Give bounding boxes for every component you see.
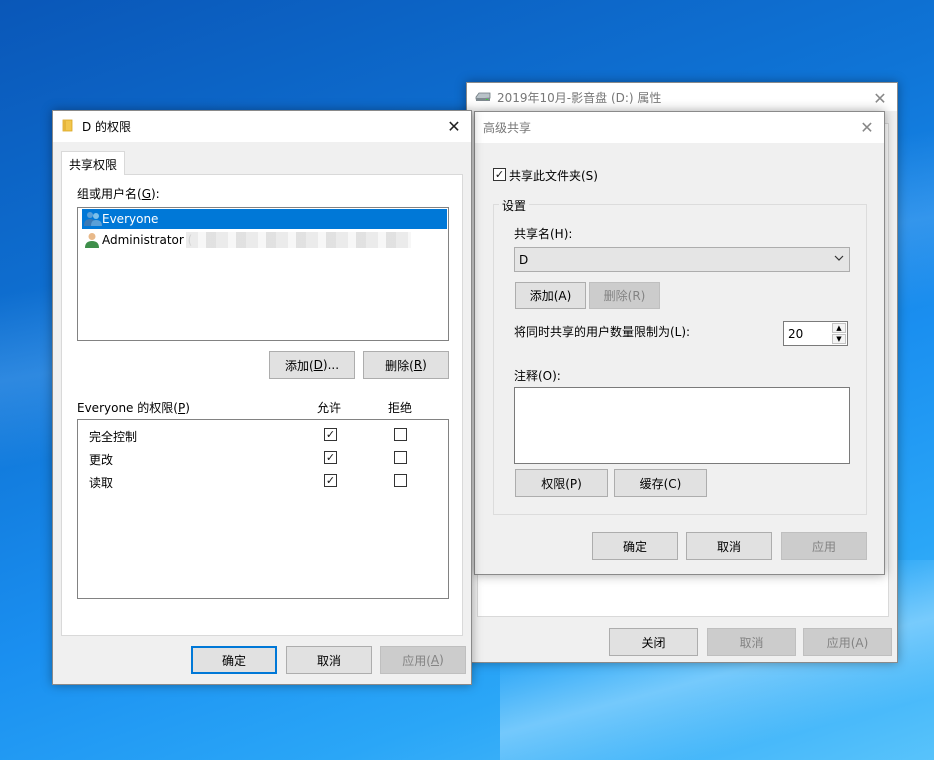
permissions-dialog: D 的权限 ✕ 共享权限 组或用户名(G): Everyone Administ… [52,110,472,685]
tab-share-permissions-label: 共享权限 [69,158,118,172]
permissions-title: D 的权限 [82,120,132,134]
permissions-close-icon[interactable]: ✕ [443,115,465,137]
group-users-icon [84,211,102,230]
cache-button[interactable]: 缓存(C) [614,469,707,497]
advanced-sharing-title: 高级共享 [483,121,532,135]
drive-properties-close-button[interactable]: 关闭 [609,628,698,656]
share-name-dropdown[interactable]: D [514,247,850,272]
drive-properties-apply-button[interactable]: 应用(A) [803,628,892,656]
deny-column-header: 拒绝 [388,401,413,415]
allow-read-checkbox[interactable]: ✓ [324,474,337,487]
allow-full-control-checkbox[interactable]: ✓ [324,428,337,441]
list-item-administrator[interactable]: Administrator ( [82,230,447,250]
user-limit-spinbox[interactable]: 20 ▲ ▼ [783,321,848,346]
permission-name: 更改 [89,453,114,467]
spin-up-icon[interactable]: ▲ [832,323,846,333]
advanced-sharing-window: 高级共享 ✕ ✓ 共享此文件夹(S) 设置 共享名(H): D 添加(A) 删除… [474,111,885,575]
permission-name: 完全控制 [89,430,138,444]
share-remove-button[interactable]: 删除(R) [589,282,660,309]
settings-group-label: 设置 [499,197,530,214]
drive-properties-cancel-button[interactable]: 取消 [707,628,796,656]
group-users-label: 组或用户名(G): [77,187,160,201]
advanced-sharing-titlebar[interactable]: 高级共享 ✕ [475,112,884,143]
share-add-button[interactable]: 添加(A) [515,282,586,309]
list-item-everyone[interactable]: Everyone [82,209,447,229]
permissions-listbox: 完全控制 ✓ 更改 ✓ 读取 ✓ [77,419,449,599]
user-icon [84,232,100,251]
permissions-apply-button[interactable]: 应用(A) [380,646,466,674]
spin-down-icon[interactable]: ▼ [832,334,846,344]
blurred-account-redaction [186,232,411,248]
permissions-button[interactable]: 权限(P) [515,469,608,497]
drive-icon [475,90,491,105]
share-folder-checkbox[interactable]: ✓ [493,168,506,181]
permissions-for-label: Everyone 的权限(P) [77,401,190,415]
advanced-sharing-ok-button[interactable]: 确定 [592,532,678,560]
share-name-value: D [519,253,529,267]
advanced-sharing-cancel-button[interactable]: 取消 [686,532,772,560]
drive-properties-titlebar[interactable]: 2019年10月-影音盘 (D:) 属性 ✕ [467,83,897,111]
user-limit-value: 20 [788,327,804,341]
deny-read-checkbox[interactable] [394,474,407,487]
share-folder-label: 共享此文件夹(S) [509,169,598,183]
deny-change-checkbox[interactable] [394,451,407,464]
user-name: Everyone [102,212,159,226]
drive-properties-title: 2019年10月-影音盘 (D:) 属性 [497,90,662,105]
tab-share-permissions[interactable]: 共享权限 [61,151,125,175]
permissions-cancel-button[interactable]: 取消 [286,646,372,674]
add-user-button[interactable]: 添加(D)... [269,351,355,379]
drive-properties-close-icon[interactable]: ✕ [869,87,891,109]
user-name: Administrator ( [102,233,193,247]
comment-label: 注释(O): [514,369,561,383]
permissions-ok-button[interactable]: 确定 [191,646,277,674]
share-name-label: 共享名(H): [514,227,573,241]
remove-user-button[interactable]: 删除(R) [363,351,449,379]
permission-name: 读取 [89,476,114,490]
allow-column-header: 允许 [317,401,342,415]
folder-icon [62,118,74,135]
permissions-titlebar[interactable]: D 的权限 ✕ [53,111,471,142]
user-limit-label: 将同时共享的用户数量限制为(L): [514,325,691,339]
comment-textarea[interactable] [514,387,850,464]
users-listbox[interactable]: Everyone Administrator ( [77,207,449,341]
deny-full-control-checkbox[interactable] [394,428,407,441]
allow-change-checkbox[interactable]: ✓ [324,451,337,464]
chevron-down-icon [834,252,844,267]
advanced-sharing-close-icon[interactable]: ✕ [856,116,878,138]
advanced-sharing-apply-button[interactable]: 应用 [781,532,867,560]
